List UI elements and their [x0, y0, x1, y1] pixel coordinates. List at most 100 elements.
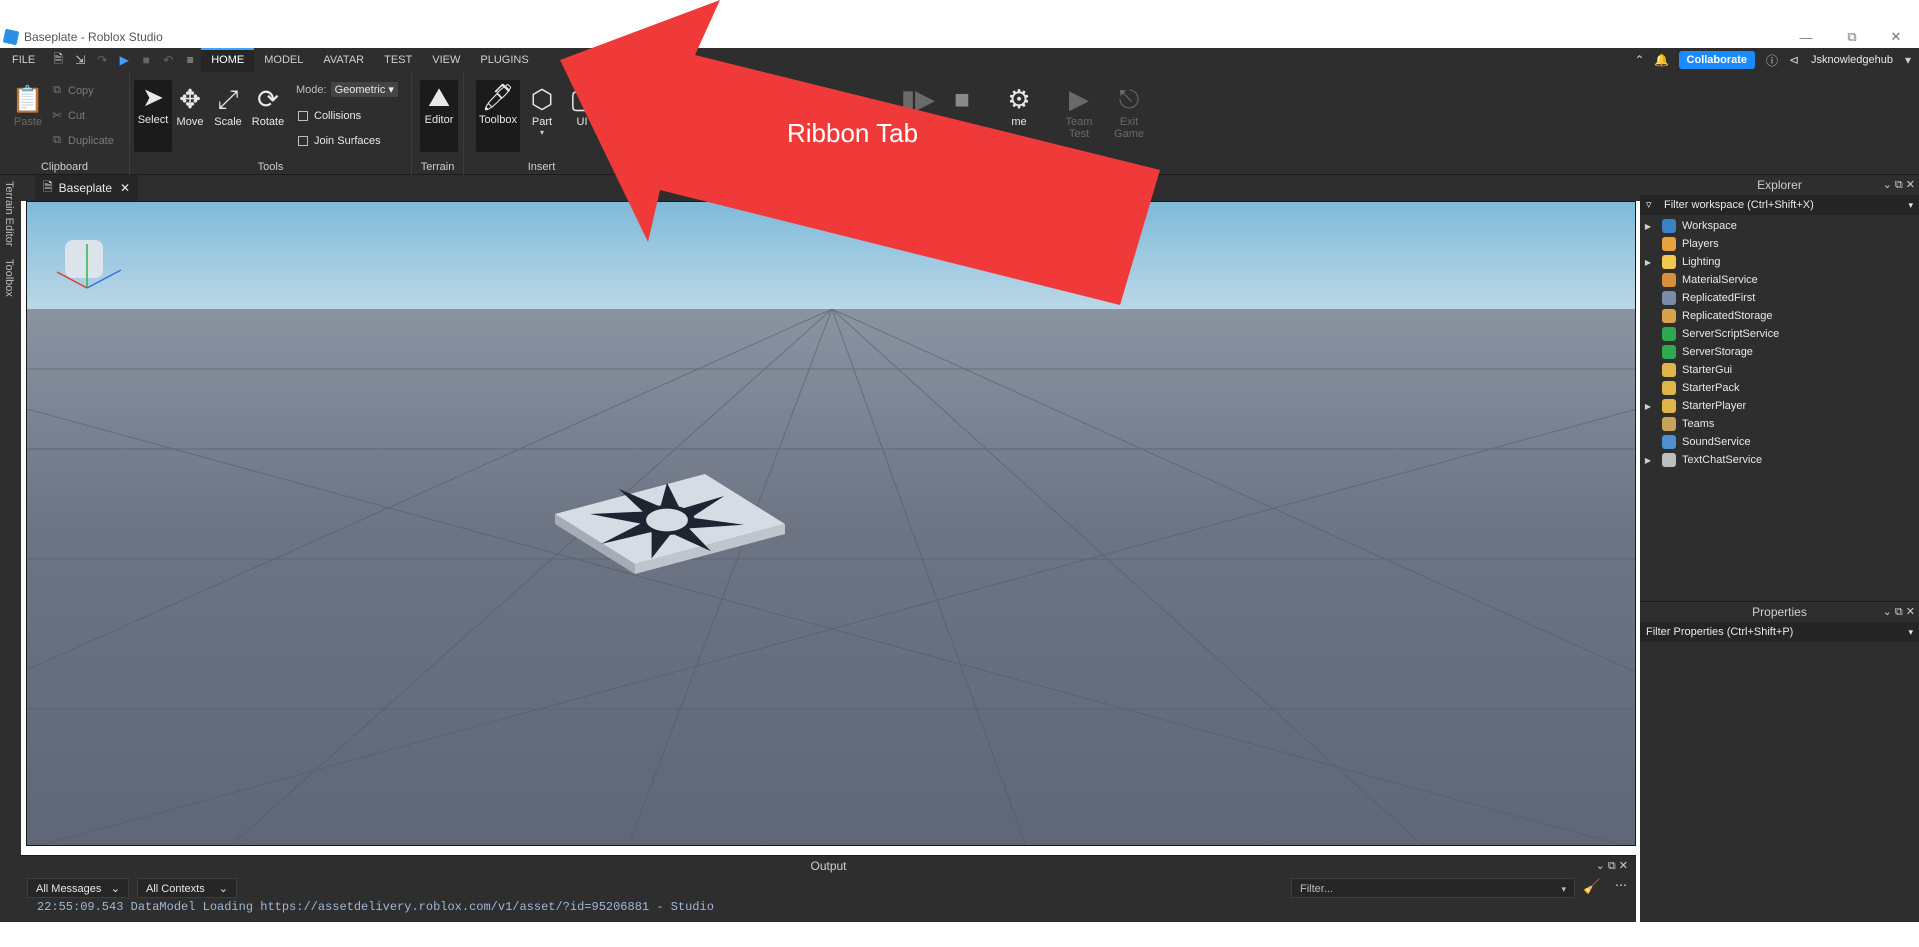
restore-button[interactable]: ⧉ [1832, 26, 1872, 48]
team-test-button[interactable]: ▶ Team Test [1058, 82, 1100, 140]
explorer-item-label: MaterialService [1682, 274, 1758, 286]
cut-button[interactable]: ✄ Cut [50, 109, 85, 123]
collaborate-button[interactable]: Collaborate [1678, 51, 1756, 69]
play-icon[interactable]: ▶ [116, 48, 132, 72]
customize-quick-access-icon[interactable]: ≡ [182, 48, 198, 72]
expand-arrow-icon[interactable]: ▶ [1640, 456, 1656, 465]
copy-button[interactable]: ⧉ Copy [50, 84, 94, 97]
exit-game-icon: ⎋ [1118, 84, 1140, 114]
share-icon[interactable]: ⊲ [1786, 48, 1802, 72]
new-file-icon[interactable]: 🗎 [50, 48, 66, 72]
all-messages-dropdown[interactable]: All Messages ⌄ [27, 878, 129, 898]
explorer-item-soundservice[interactable]: SoundService [1640, 433, 1919, 451]
filter-dropdown-icon[interactable]: ▾ [1561, 879, 1566, 899]
duplicate-button[interactable]: ⧉ Duplicate [50, 134, 114, 147]
help-icon[interactable]: ⓘ [1764, 48, 1780, 72]
filter-dropdown-icon[interactable]: ▾ [1908, 195, 1913, 215]
output-panel: Output ⌄ ⧉ ✕ All Messages ⌄ All Contexts… [21, 855, 1636, 922]
explorer-item-teams[interactable]: Teams [1640, 415, 1919, 433]
tab-view[interactable]: VIEW [422, 48, 470, 72]
more-options-icon[interactable]: ⋯ [1615, 878, 1627, 892]
tab-avatar[interactable]: AVATAR [313, 48, 374, 72]
soundservice-icon [1662, 435, 1676, 449]
file-menu[interactable]: FILE [0, 48, 47, 72]
join-surfaces-checkbox[interactable] [298, 136, 308, 146]
explorer-item-serverscriptservice[interactable]: ServerScriptService [1640, 325, 1919, 343]
expand-arrow-icon[interactable]: ▶ [1640, 258, 1656, 267]
scale-tool-button[interactable]: ⤢ Scale [210, 82, 246, 128]
menu-bar: FILE 🗎 ⇲ ↷ ▶ ■ ↶ ≡ HOME MODEL AVATAR TES… [0, 48, 1919, 72]
stop-square-icon: ■ [954, 84, 970, 114]
explorer-item-materialservice[interactable]: MaterialService [1640, 271, 1919, 289]
view-cube[interactable] [56, 240, 122, 289]
game-settings-button[interactable]: ⚙ me [998, 82, 1040, 128]
collapse-ribbon-icon[interactable]: ⌃ [1632, 48, 1648, 72]
explorer-item-workspace[interactable]: ▶ Workspace [1640, 217, 1919, 235]
toolbox-side-tab[interactable]: Toolbox [3, 259, 15, 297]
resume-button[interactable]: ▮▶ [900, 82, 936, 116]
paste-icon: 📋 [11, 84, 45, 114]
paste-button[interactable]: 📋 Paste [8, 82, 48, 128]
properties-filter-dropdown-icon[interactable]: ▾ [1908, 622, 1913, 642]
undo-icon[interactable]: ↶ [160, 48, 176, 72]
exit-game-button[interactable]: ⎋ Exit Game [1108, 82, 1150, 140]
output-filter-input[interactable]: Filter... ▾ [1291, 878, 1575, 898]
explorer-item-label: Teams [1682, 418, 1715, 430]
explorer-item-replicatedstorage[interactable]: ReplicatedStorage [1640, 307, 1919, 325]
tab-test[interactable]: TEST [374, 48, 422, 72]
stop-test-button[interactable]: ■ [944, 82, 980, 116]
explorer-panel-controls[interactable]: ⌄ ⧉ ✕ [1883, 175, 1915, 195]
ribbon: 📋 Paste ⧉ Copy ✄ Cut ⧉ Duplicate Clipboard … [0, 72, 1919, 175]
close-tab-icon[interactable]: ✕ [120, 181, 130, 195]
stop-icon[interactable]: ■ [138, 48, 154, 72]
user-name[interactable]: Jsknowledgehub [1811, 54, 1893, 66]
redo-icon[interactable]: ↷ [94, 48, 110, 72]
tab-baseplate[interactable]: 🗎 Baseplate ✕ [35, 175, 139, 201]
join-surfaces-toggle[interactable]: Join Surfaces [298, 135, 381, 147]
explorer-item-players[interactable]: Players [1640, 235, 1919, 253]
properties-filter-input[interactable]: Filter Properties (Ctrl+Shift+P) ▾ [1640, 622, 1919, 642]
startergui-icon [1662, 363, 1676, 377]
explorer-item-replicatedfirst[interactable]: ReplicatedFirst [1640, 289, 1919, 307]
serverstorage-icon [1662, 345, 1676, 359]
explorer-item-starterplayer[interactable]: ▶ StarterPlayer [1640, 397, 1919, 415]
toolbox-button[interactable]: 🖊 Toolbox [476, 80, 520, 152]
close-window-button[interactable]: ✕ [1876, 26, 1916, 48]
explorer-item-serverstorage[interactable]: ServerStorage [1640, 343, 1919, 361]
terrain-editor-side-tab[interactable]: Terrain Editor [3, 181, 15, 246]
tab-model[interactable]: MODEL [254, 48, 313, 72]
terrain-editor-button[interactable]: ⛰ Editor [420, 80, 458, 152]
explorer-item-label: SoundService [1682, 436, 1751, 448]
tab-plugins[interactable]: PLUGINS [470, 48, 538, 72]
explorer-item-starterpack[interactable]: StarterPack [1640, 379, 1919, 397]
mode-dropdown[interactable]: Geometric ▾ [330, 82, 398, 97]
rotate-tool-button[interactable]: ⟳ Rotate [248, 82, 288, 128]
properties-panel: Properties ⌄ ⧉ ✕ Filter Properties (Ctrl… [1640, 601, 1919, 922]
ui-button[interactable]: ▢ UI [564, 82, 600, 128]
explorer-item-lighting[interactable]: ▶ Lighting [1640, 253, 1919, 271]
part-chevron-down-icon[interactable]: ▾ [524, 128, 560, 137]
publish-icon[interactable]: ⇲ [72, 48, 88, 72]
mode-selector[interactable]: Mode: Geometric ▾ [296, 82, 398, 97]
clear-output-icon[interactable]: 🧹 [1583, 878, 1600, 895]
properties-panel-controls[interactable]: ⌄ ⧉ ✕ [1883, 602, 1915, 622]
all-contexts-dropdown[interactable]: All Contexts ⌄ [137, 878, 237, 898]
scale-icon: ⤢ [217, 84, 239, 114]
explorer-item-startergui[interactable]: StarterGui [1640, 361, 1919, 379]
minimize-button[interactable]: — [1786, 26, 1826, 48]
explorer-filter-input[interactable]: ▿ Filter workspace (Ctrl+Shift+X) ▾ [1640, 195, 1919, 215]
tab-home[interactable]: HOME [201, 48, 255, 72]
output-panel-controls[interactable]: ⌄ ⧉ ✕ [1596, 856, 1628, 876]
user-menu-chevron-icon[interactable]: ▾ [1900, 48, 1916, 72]
part-button[interactable]: ⬡ Part ▾ [524, 82, 560, 137]
expand-arrow-icon[interactable]: ▶ [1640, 222, 1656, 231]
explorer-item-textchatservice[interactable]: ▶ TextChatService [1640, 451, 1919, 469]
move-tool-button[interactable]: ✥ Move [172, 82, 208, 128]
notifications-icon[interactable]: 🔔 [1654, 48, 1670, 72]
collisions-checkbox[interactable] [298, 111, 308, 121]
collisions-toggle[interactable]: Collisions [298, 110, 361, 122]
spawn-location[interactable] [555, 474, 785, 574]
3d-viewport[interactable] [26, 201, 1636, 846]
select-tool-button[interactable]: ➤ Select [134, 80, 172, 152]
expand-arrow-icon[interactable]: ▶ [1640, 402, 1656, 411]
